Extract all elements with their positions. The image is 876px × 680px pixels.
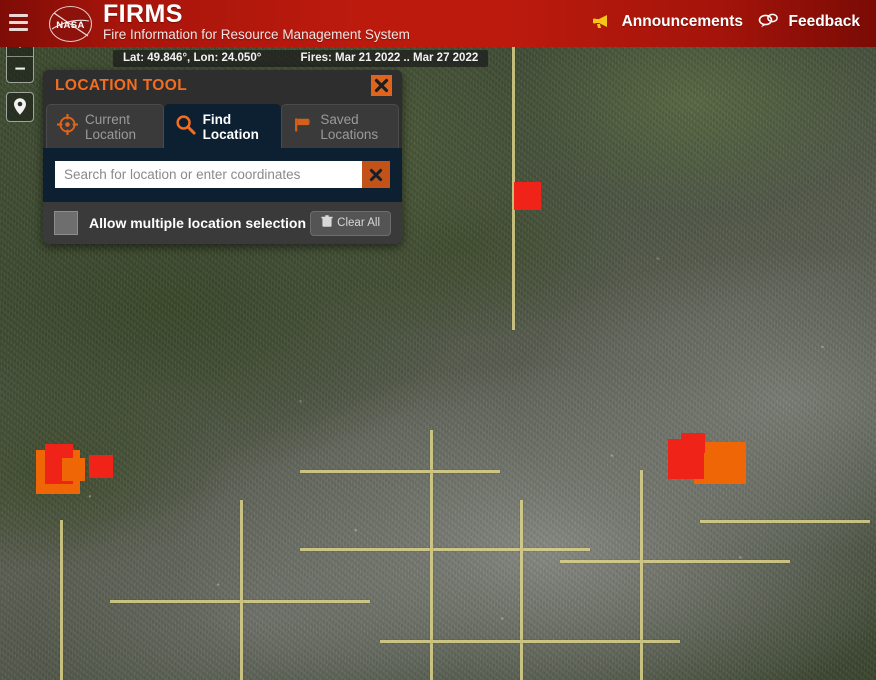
nasa-meatball-logo[interactable]: NASA <box>47 5 94 43</box>
minus-icon: − <box>14 59 26 80</box>
tab-current-location[interactable]: Current Location <box>46 104 164 148</box>
statusbar-fire-daterange: Fires: Mar 21 2022 .. Mar 27 2022 <box>300 52 479 64</box>
fire-detection-pixel[interactable] <box>89 455 113 478</box>
map-road <box>60 520 63 680</box>
map-pin-icon <box>14 98 26 115</box>
search-icon <box>175 114 196 140</box>
megaphone-icon <box>592 13 612 34</box>
hamburger-icon[interactable] <box>5 11 31 35</box>
allow-multiple-selection-checkbox[interactable] <box>54 211 78 235</box>
map-road <box>380 640 680 643</box>
fire-detection-pixel[interactable] <box>514 182 541 210</box>
announcements-link[interactable]: Announcements <box>592 13 743 34</box>
flag-icon <box>292 114 313 140</box>
place-marker-button[interactable] <box>6 92 34 122</box>
firms-app: + − Lat: 49.846°, Lon: 24.050° Fires: Ma… <box>0 0 876 680</box>
fire-detection-pixel[interactable] <box>681 433 705 453</box>
app-subtitle: Fire Information for Resource Management… <box>103 27 410 42</box>
map-road <box>520 500 523 680</box>
crosshair-icon <box>56 112 79 140</box>
map-road <box>300 548 590 551</box>
clear-all-label: Clear All <box>337 217 380 229</box>
clear-search-button[interactable] <box>362 161 390 188</box>
location-tool-tabs: Current Location Find Location Saved Loc… <box>43 104 402 148</box>
app-header: NASA FIRMS Fire Information for Resource… <box>0 0 876 47</box>
tab-find-location-label: Find Location <box>202 111 259 142</box>
tab-saved-locations[interactable]: Saved Locations <box>281 104 400 148</box>
location-tool-panel: LOCATION TOOL Current Location Find Loca… <box>43 70 402 244</box>
location-search-input[interactable] <box>55 161 362 188</box>
announcements-label: Announcements <box>621 13 743 30</box>
location-tool-footer: Allow multiple location selection Clear … <box>43 202 402 244</box>
nasa-logo-icon: NASA <box>48 5 93 43</box>
tab-saved-locations-label: Saved Locations <box>320 111 379 142</box>
tab-find-location[interactable]: Find Location <box>163 104 282 148</box>
feedback-label: Feedback <box>788 13 860 30</box>
app-title: FIRMS <box>103 0 183 28</box>
clear-all-button[interactable]: Clear All <box>310 210 391 236</box>
map-road <box>560 560 790 563</box>
trash-icon <box>321 215 333 231</box>
allow-multiple-selection-label: Allow multiple location selection <box>89 215 307 231</box>
location-tool-title: LOCATION TOOL <box>55 77 188 94</box>
feedback-link[interactable]: Feedback <box>758 13 860 34</box>
location-search-row <box>55 161 390 188</box>
brand-block: FIRMS Fire Information for Resource Mana… <box>103 1 410 43</box>
zoom-out-button[interactable]: − <box>7 57 33 82</box>
fire-detection-pixel[interactable] <box>62 458 85 481</box>
map-road <box>700 520 870 523</box>
statusbar-coordinates: Lat: 49.846°, Lon: 24.050° <box>123 52 262 64</box>
map-road <box>240 500 243 680</box>
location-tool-titlebar: LOCATION TOOL <box>43 70 402 104</box>
location-tool-body <box>43 148 402 202</box>
speech-bubbles-icon <box>758 13 779 34</box>
svg-text:NASA: NASA <box>56 20 85 31</box>
close-icon <box>369 168 383 181</box>
map-road <box>640 470 643 680</box>
map-road <box>300 470 500 473</box>
close-icon <box>374 78 389 93</box>
close-location-tool-button[interactable] <box>371 75 392 96</box>
tab-current-location-label: Current Location <box>85 111 137 142</box>
map-statusbar: Lat: 49.846°, Lon: 24.050° Fires: Mar 21… <box>113 50 489 67</box>
